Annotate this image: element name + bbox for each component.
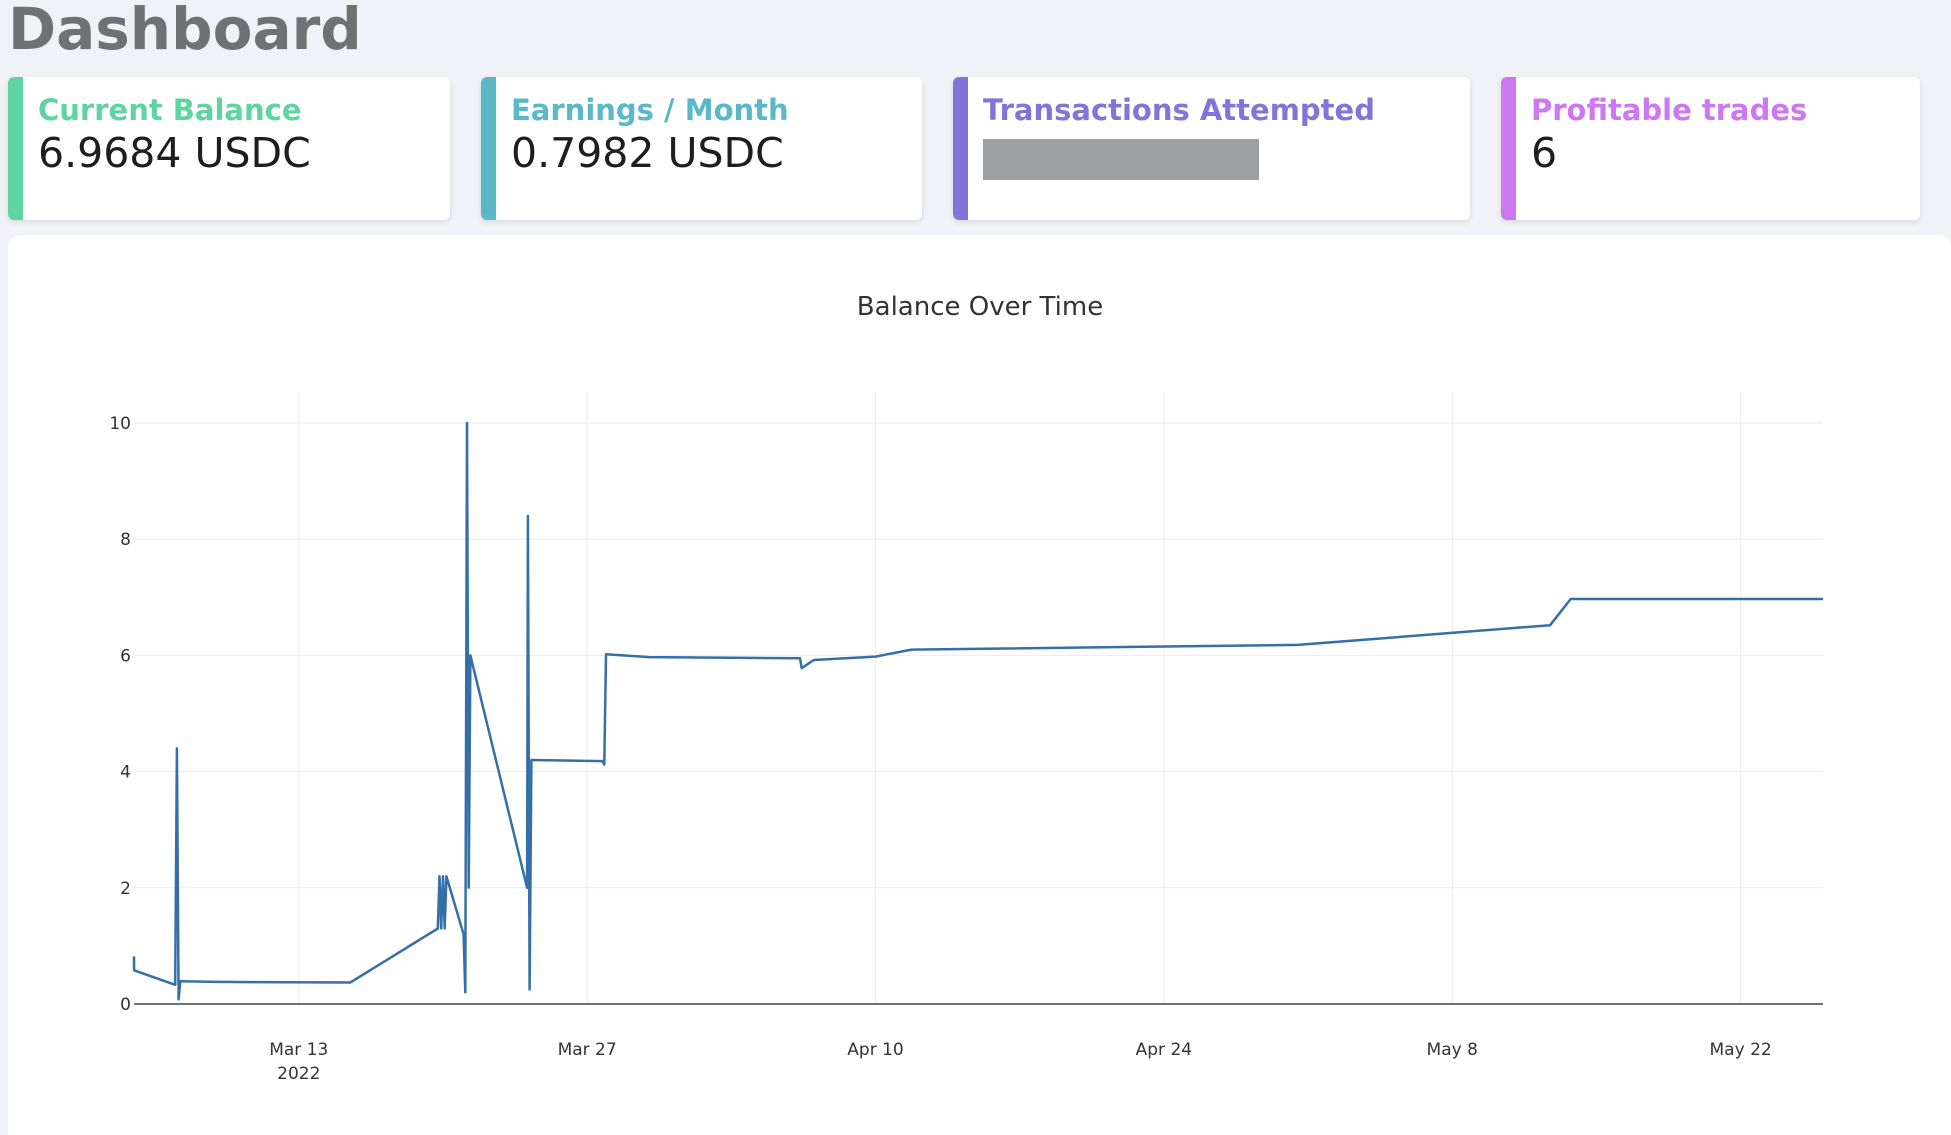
- x-tick-label: Mar 27: [558, 1040, 617, 1060]
- balance-chart: 0 2 4 6 8 10 Mar 13 2022 Mar 27 Apr 10 Apr 24 May 8…: [109, 392, 1823, 1084]
- x-tick-label: Apr 10: [847, 1040, 903, 1060]
- x-tick-label: Mar 13: [269, 1040, 328, 1060]
- y-tick-label: 8: [120, 530, 131, 550]
- y-tick-label: 10: [109, 414, 131, 434]
- balance-series-line: [132, 421, 1823, 1001]
- x-tick-label: Apr 24: [1136, 1040, 1192, 1060]
- x-tick-sublabel: 2022: [277, 1064, 320, 1084]
- y-tick-label: 6: [120, 646, 131, 666]
- x-tick-label: May 8: [1427, 1040, 1478, 1060]
- y-tick-label: 2: [120, 879, 131, 899]
- x-tick-label: May 22: [1710, 1040, 1772, 1060]
- y-tick-label: 0: [120, 995, 131, 1015]
- y-tick-label: 4: [120, 763, 131, 783]
